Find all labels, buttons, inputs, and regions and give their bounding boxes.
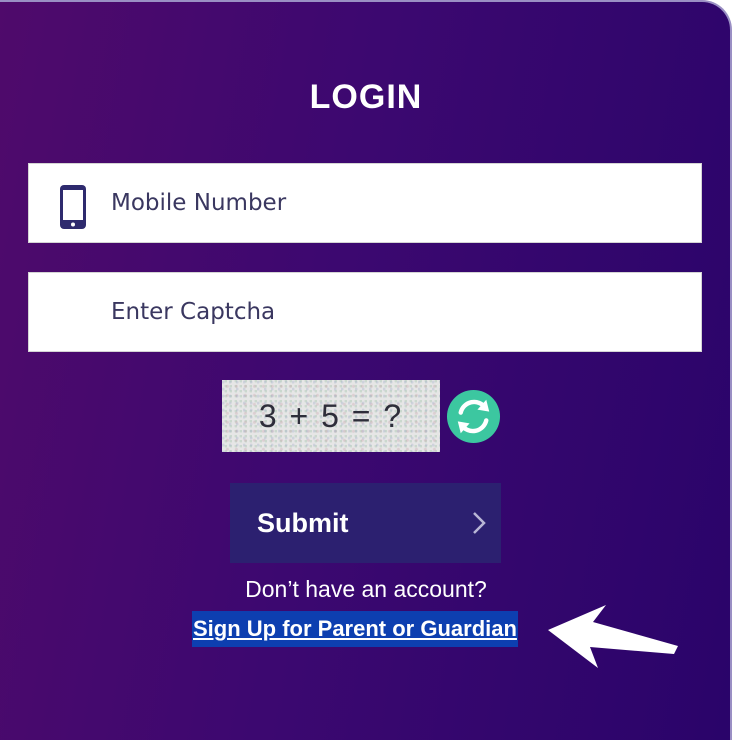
page-title: LOGIN xyxy=(309,78,423,116)
refresh-icon[interactable] xyxy=(446,389,501,444)
login-card: LOGIN 3 + 5 = ? Submit Don’t have an acc… xyxy=(0,0,732,740)
no-account-text: Don’t have an account? xyxy=(245,576,487,602)
submit-label: Submit xyxy=(257,507,349,538)
captcha-image: 3 + 5 = ? xyxy=(222,380,440,452)
signup-link[interactable]: Sign Up for Parent or Guardian xyxy=(192,611,518,647)
mobile-number-input[interactable] xyxy=(111,164,681,242)
submit-button[interactable]: Submit xyxy=(230,483,501,563)
arrow-left-icon xyxy=(548,605,678,668)
mobile-phone-icon xyxy=(60,185,86,229)
chevron-right-icon xyxy=(473,512,486,534)
mobile-number-field[interactable] xyxy=(28,163,702,243)
captcha-field[interactable] xyxy=(28,272,702,352)
captcha-input[interactable] xyxy=(111,273,681,351)
